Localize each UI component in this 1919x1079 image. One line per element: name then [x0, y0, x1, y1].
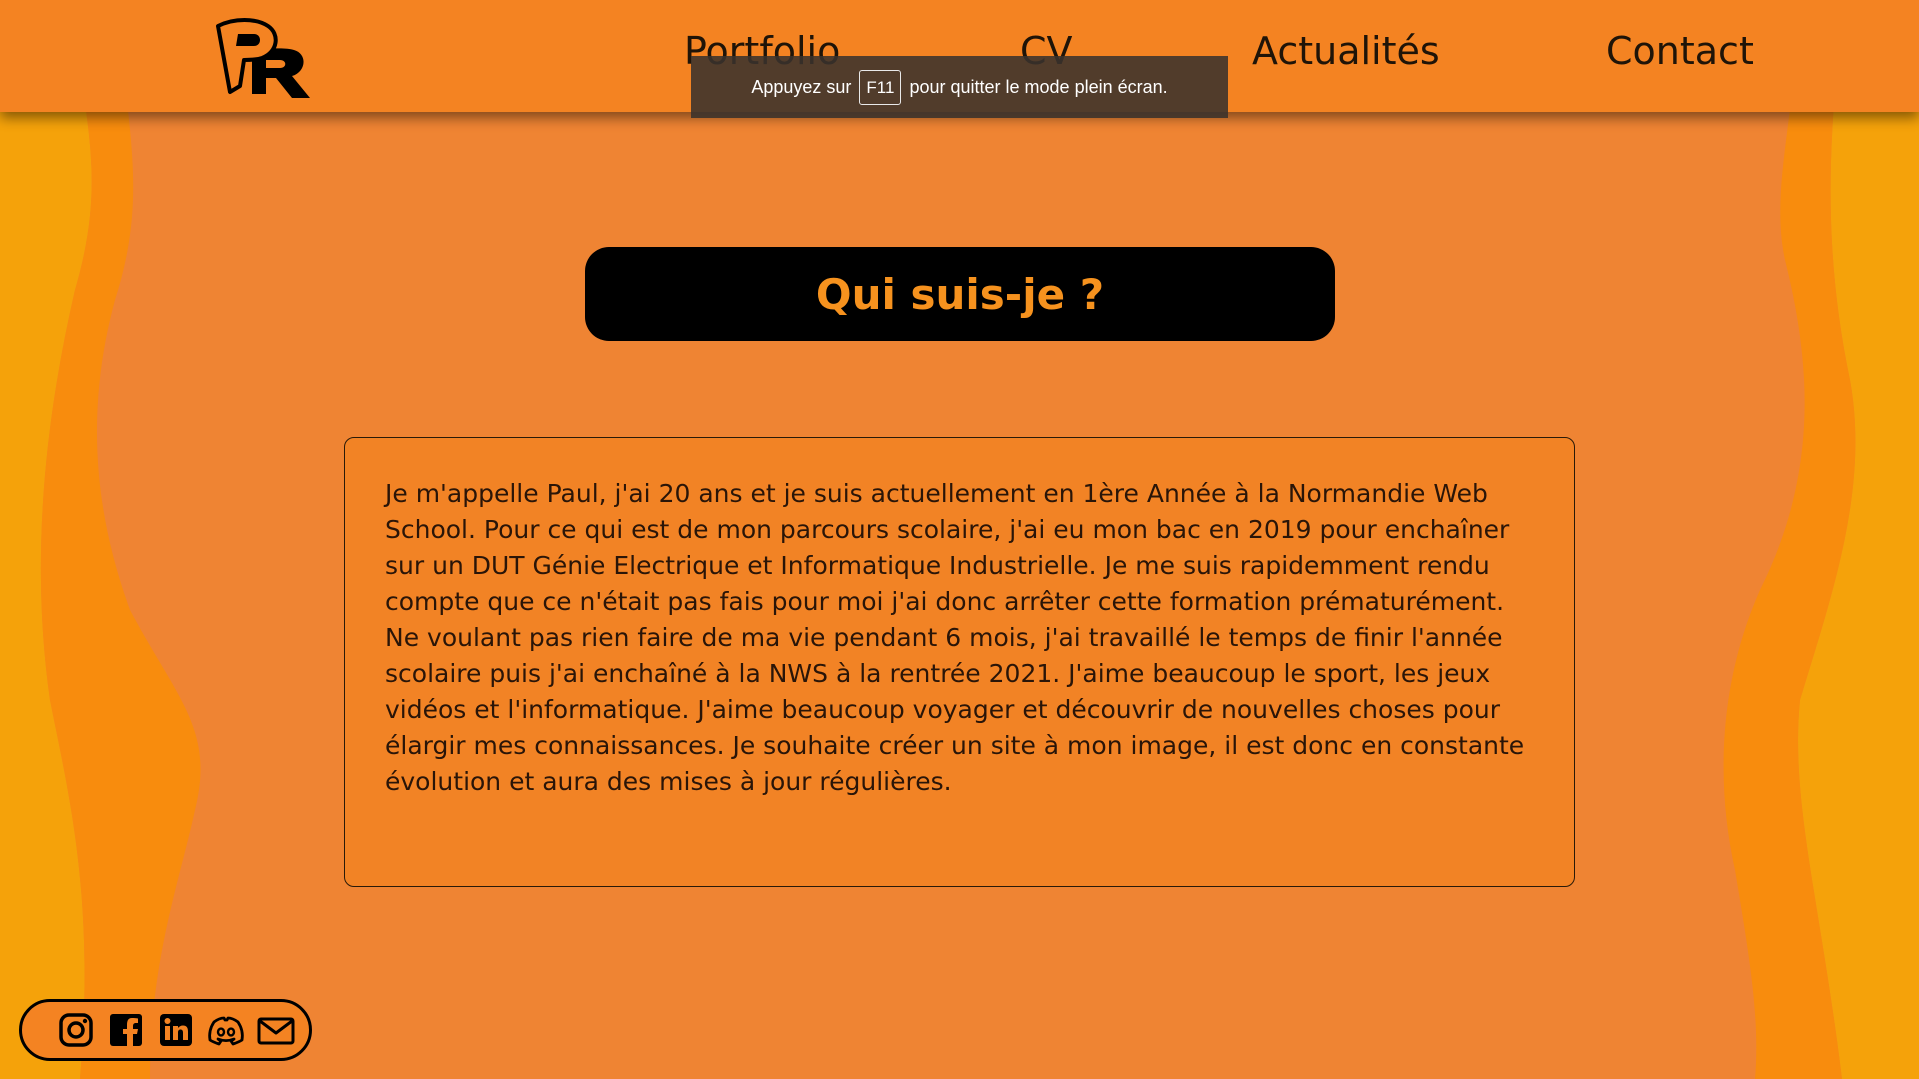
nav-link-actualites[interactable]: Actualités	[1252, 29, 1440, 73]
fullscreen-exit-notice: Appuyez sur F11 pour quitter le mode ple…	[691, 56, 1228, 118]
instagram-icon	[59, 1013, 93, 1047]
social-links-bar	[19, 999, 312, 1061]
fullscreen-notice-prefix: Appuyez sur	[751, 76, 852, 97]
mail-link[interactable]	[256, 1010, 296, 1050]
fullscreen-notice-suffix: pour quitter le mode plein écran.	[909, 76, 1168, 97]
logo-icon	[216, 18, 310, 98]
logo[interactable]	[214, 16, 314, 100]
facebook-link[interactable]	[106, 1010, 146, 1050]
discord-link[interactable]	[206, 1010, 246, 1050]
mail-icon	[257, 1017, 295, 1045]
fullscreen-notice-key: F11	[859, 69, 902, 105]
nav-link-contact[interactable]: Contact	[1606, 29, 1754, 73]
about-text: Je m'appelle Paul, j'ai 20 ans et je sui…	[385, 479, 1525, 796]
discord-icon	[208, 1016, 244, 1046]
linkedin-icon	[160, 1014, 192, 1046]
about-box: Je m'appelle Paul, j'ai 20 ans et je sui…	[344, 437, 1575, 887]
facebook-icon	[110, 1014, 142, 1046]
instagram-link[interactable]	[56, 1010, 96, 1050]
section-title-banner: Qui suis-je ?	[585, 247, 1335, 341]
linkedin-link[interactable]	[156, 1010, 196, 1050]
section-title: Qui suis-je ?	[815, 269, 1105, 319]
